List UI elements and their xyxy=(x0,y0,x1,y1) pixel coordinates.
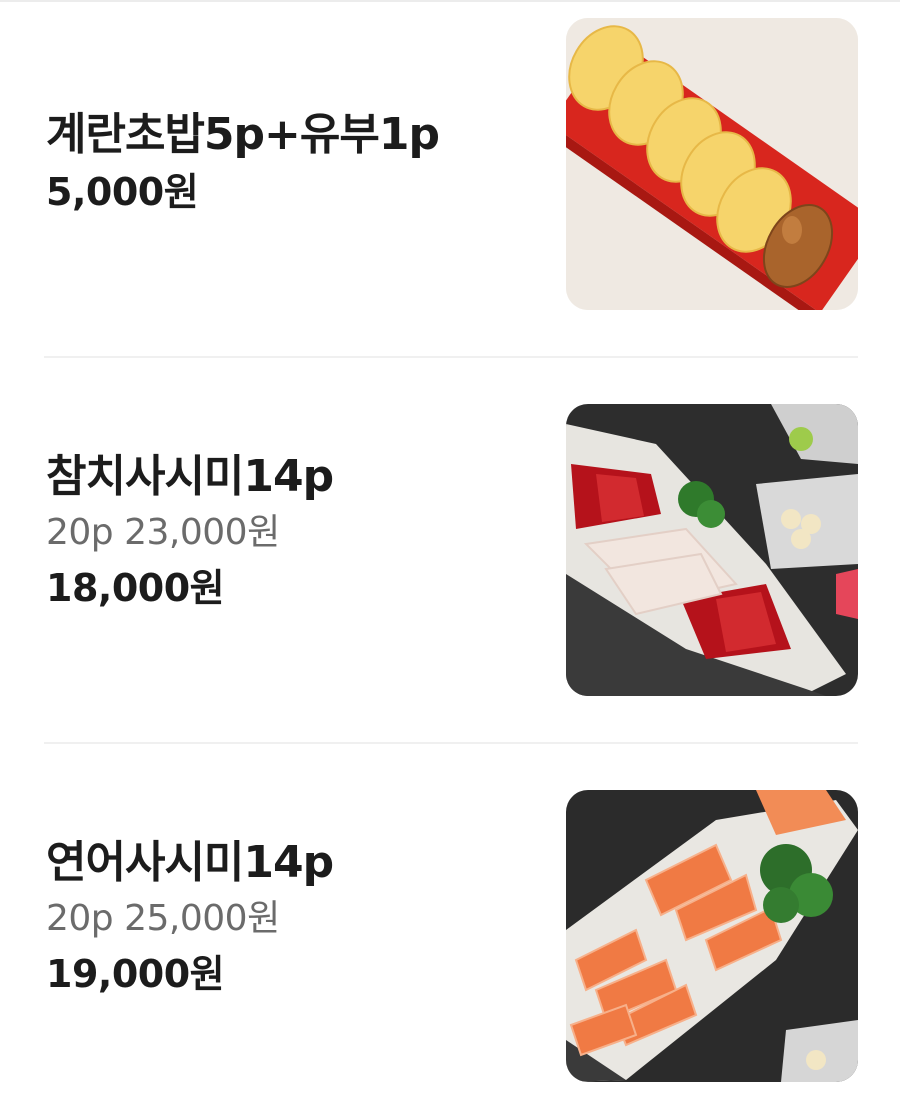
egg-sushi-photo[interactable] xyxy=(566,18,858,310)
menu-item-text: 참치사시미14p 20p 23,000원 18,000원 xyxy=(46,448,536,616)
menu-item-name: 참치사시미14p xyxy=(46,451,334,502)
item-divider xyxy=(44,742,858,744)
menu-item-egg-sushi[interactable]: 계란초밥5p+유부1p 5,000원 xyxy=(0,18,900,312)
menu-item-name: 연어사시미14p xyxy=(46,837,334,888)
menu-item-price: 5,000원 xyxy=(46,170,199,214)
salmon-sashimi-photo[interactable] xyxy=(566,790,858,1082)
tuna-sashimi-photo[interactable] xyxy=(566,404,858,696)
menu-item-tuna-sashimi[interactable]: 참치사시미14p 20p 23,000원 18,000원 xyxy=(0,404,900,698)
menu-item-text: 연어사시미14p 20p 25,000원 19,000원 xyxy=(46,834,536,1002)
menu-item-price: 18,000원 xyxy=(46,566,225,610)
item-divider xyxy=(44,356,858,358)
menu-item-original-price: 20p 25,000원 xyxy=(46,898,280,939)
menu-item-name: 계란초밥5p+유부1p xyxy=(46,109,440,160)
menu-item-text: 계란초밥5p+유부1p 5,000원 xyxy=(46,106,536,220)
menu-item-original-price: 20p 23,000원 xyxy=(46,512,280,553)
top-divider xyxy=(0,0,900,2)
menu-item-price: 19,000원 xyxy=(46,952,225,996)
menu-item-salmon-sashimi[interactable]: 연어사시미14p 20p 25,000원 19,000원 xyxy=(0,790,900,1084)
